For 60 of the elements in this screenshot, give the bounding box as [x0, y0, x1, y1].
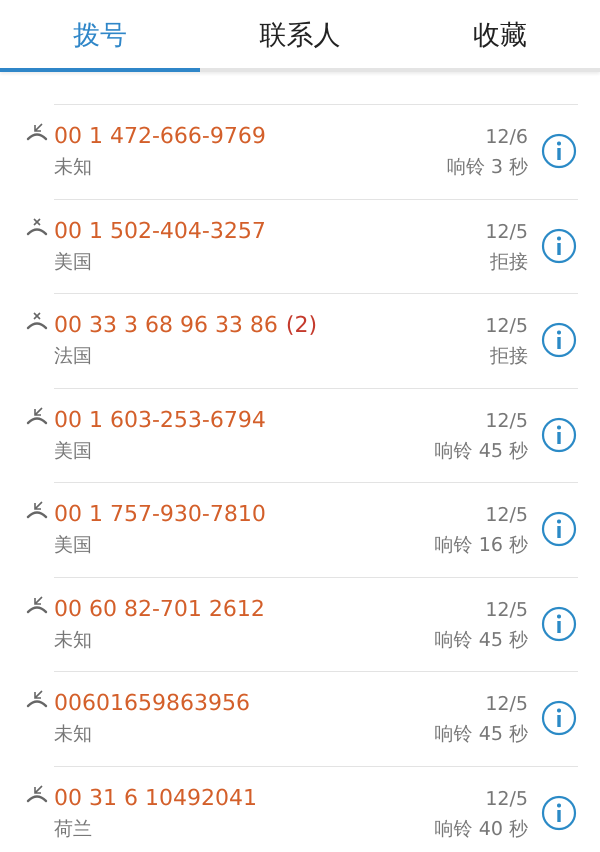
- call-date: 12/5: [485, 314, 528, 339]
- call-count: (2): [286, 312, 318, 340]
- info-icon: [541, 606, 577, 642]
- call-location: 美国: [54, 438, 92, 464]
- call-location: 荷兰: [54, 816, 92, 842]
- info-icon: [541, 511, 577, 547]
- missed-call-icon: [25, 594, 49, 614]
- call-detail: 响铃 40 秒: [434, 816, 528, 842]
- call-date: 12/6: [485, 125, 528, 150]
- phone-number: 00 31 6 10492041: [54, 784, 257, 812]
- tab[interactable]: 收藏: [400, 0, 600, 68]
- info-icon: [541, 416, 577, 452]
- info-button[interactable]: [540, 794, 578, 832]
- phone-number: 00 33 3 68 96 33 86: [54, 312, 278, 340]
- call-detail: 拒接: [490, 250, 528, 274]
- phone-number: 00 60 82-701 2612: [54, 596, 265, 624]
- info-icon: [541, 322, 577, 358]
- missed-call-icon: [25, 784, 49, 804]
- rejected-call-icon: [25, 311, 49, 331]
- call-detail: 响铃 45 秒: [434, 722, 528, 747]
- call-date: 12/5: [485, 786, 528, 812]
- call-date: 12/5: [485, 220, 528, 244]
- call-date: 12/5: [485, 503, 528, 528]
- missed-call-icon: [25, 500, 49, 520]
- phone-number: 00 1 502-404-3257: [54, 218, 266, 246]
- call-detail: 响铃 3 秒: [446, 155, 528, 180]
- missed-call-icon: [25, 689, 49, 709]
- call-location: 未知: [54, 722, 92, 747]
- phone-number: 00 1 603-253-6794: [54, 406, 266, 434]
- phone-number: 00 1 757-930-7810: [54, 501, 266, 529]
- call-location: 法国: [54, 344, 92, 369]
- info-icon: [541, 133, 577, 169]
- call-date: 12/5: [485, 692, 528, 717]
- call-location: 美国: [54, 533, 92, 558]
- call-detail: 响铃 45 秒: [434, 628, 528, 652]
- info-icon: [541, 228, 577, 264]
- info-icon: [541, 700, 577, 736]
- info-button[interactable]: [540, 604, 578, 642]
- info-button[interactable]: [540, 321, 578, 359]
- call-detail: 响铃 16 秒: [434, 533, 528, 558]
- call-location: 未知: [54, 155, 92, 180]
- info-button[interactable]: [540, 699, 578, 737]
- call-date: 12/5: [485, 598, 528, 622]
- phone-number: 00 1 472-666-9769: [54, 123, 266, 151]
- info-button[interactable]: [540, 132, 578, 170]
- info-icon: [541, 794, 577, 830]
- call-location: 未知: [54, 628, 92, 652]
- info-button[interactable]: [540, 416, 578, 454]
- info-button[interactable]: [540, 510, 578, 548]
- call-detail: 响铃 45 秒: [434, 438, 528, 464]
- call-location: 美国: [54, 250, 92, 274]
- call-date: 12/5: [485, 408, 528, 434]
- missed-call-icon: [25, 122, 49, 142]
- tab[interactable]: 拨号: [0, 0, 200, 68]
- tab[interactable]: 联系人: [200, 0, 400, 68]
- missed-call-icon: [25, 406, 49, 426]
- phone-number: 00601659863956: [54, 690, 250, 718]
- rejected-call-icon: [25, 216, 49, 236]
- call-detail: 拒接: [490, 344, 528, 369]
- info-button[interactable]: [540, 226, 578, 264]
